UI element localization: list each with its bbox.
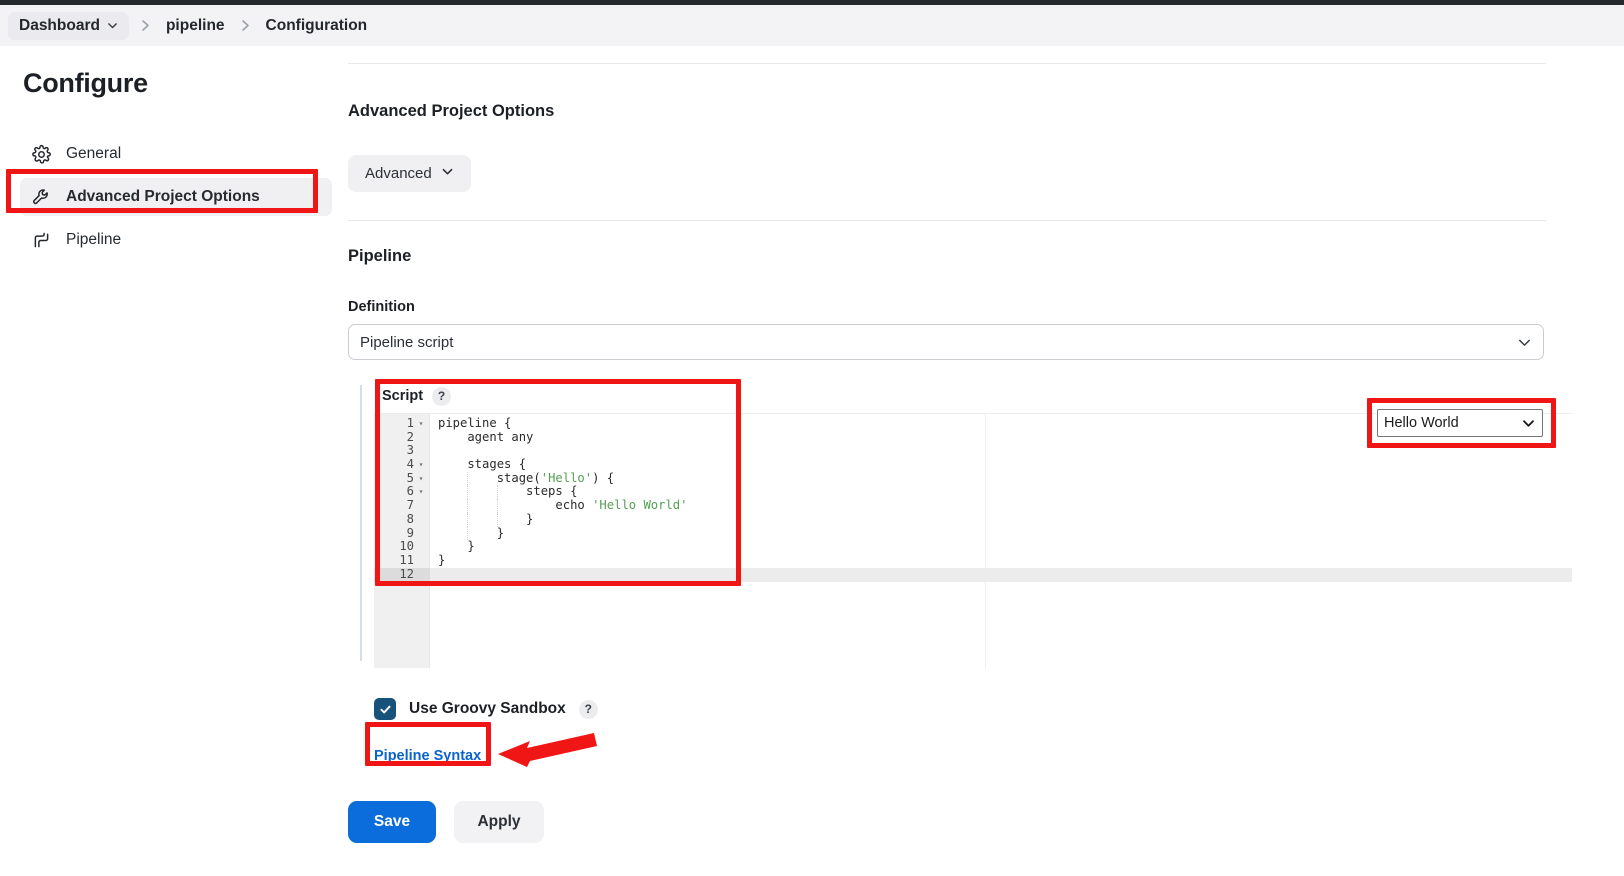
script-label: Script	[382, 388, 424, 404]
page-title: Configure	[23, 68, 148, 98]
line-number: 12	[399, 566, 414, 581]
chevron-down-icon	[441, 165, 454, 182]
code-line: 5 ▾ stage('Hello') {	[374, 470, 1572, 486]
definition-select[interactable]: Pipeline script	[348, 324, 1544, 360]
line-number: 1	[406, 416, 414, 430]
sample-select[interactable]: Hello World	[1377, 409, 1543, 437]
line-number: 5	[406, 470, 414, 485]
section-heading-advanced: Advanced Project Options	[348, 102, 555, 120]
main-content: Advanced Project Options Advanced Pipeli…	[346, 46, 1624, 876]
code-text: steps {	[438, 484, 578, 499]
sidebar-item-general[interactable]: General	[20, 135, 332, 173]
breadcrumb-separator-2	[229, 19, 262, 32]
divider-middle	[348, 220, 1546, 221]
code-text: pipeline {	[438, 416, 512, 430]
breadcrumb: Dashboard pipeline Configuration	[0, 5, 1624, 46]
code-line: 4 ▾ stages {	[374, 457, 1572, 472]
breadcrumb-label-dashboard: Dashboard	[19, 16, 100, 34]
sidebar-item-pipeline[interactable]: Pipeline	[20, 221, 332, 259]
line-number: 8	[406, 511, 414, 526]
code-text: stages {	[438, 457, 527, 472]
breadcrumb-item-dashboard[interactable]: Dashboard	[8, 11, 129, 40]
sidebar: Configure General Advanced Project Optio…	[0, 46, 346, 876]
action-buttons: Save Apply	[348, 801, 1602, 843]
editor-code-rows[interactable]: 1 ▾ pipeline {2 agent any 3 4 ▾ stages {5 ▾ st…	[374, 416, 1572, 582]
code-text: stage('Hello') {	[438, 470, 615, 485]
code-text: }	[438, 552, 446, 567]
line-number: 2	[406, 429, 414, 444]
help-icon[interactable]: ?	[578, 699, 598, 719]
use-groovy-sandbox-label: Use Groovy Sandbox	[409, 700, 566, 717]
code-text: }	[438, 539, 475, 554]
code-text: agent any	[438, 429, 534, 444]
script-label-row: Script ?	[374, 385, 1602, 407]
code-line: 9 }	[374, 525, 1572, 541]
code-line: 12	[374, 566, 1572, 582]
fold-arrow-icon[interactable]: ▾	[417, 417, 425, 431]
advanced-button[interactable]: Advanced	[348, 155, 471, 192]
section-rule	[360, 385, 362, 661]
code-text: }	[438, 511, 534, 526]
pipeline-icon	[30, 229, 52, 251]
groovy-sandbox-row: Use Groovy Sandbox ?	[374, 698, 1602, 720]
sidebar-item-label-advanced-project-options: Advanced Project Options	[66, 188, 260, 205]
sidebar-item-label-general: General	[66, 145, 122, 162]
breadcrumb-item-configuration[interactable]: Configuration	[262, 12, 372, 40]
line-number: 3	[406, 443, 414, 458]
line-number: 11	[399, 552, 414, 567]
code-line: 11}	[374, 552, 1572, 568]
definition-label: Definition	[348, 299, 415, 315]
use-groovy-sandbox-checkbox[interactable]	[374, 698, 396, 720]
pipeline-syntax-link[interactable]: Pipeline Syntax	[374, 748, 481, 764]
line-number: 6	[406, 484, 414, 499]
breadcrumb-separator-1	[129, 19, 162, 32]
wrench-icon	[30, 186, 52, 208]
code-line: 7 echo 'Hello World'	[374, 498, 1572, 513]
code-line: 10 }	[374, 539, 1572, 554]
code-editor[interactable]: 1 ▾ pipeline {2 agent any 3 4 ▾ stages {5 ▾ st…	[374, 413, 1572, 668]
sidebar-item-label-pipeline: Pipeline	[66, 231, 122, 248]
line-number: 9	[406, 525, 414, 540]
definition-select-wrapper: Pipeline script	[348, 324, 1544, 360]
pipeline-syntax-row: Pipeline Syntax	[374, 747, 1602, 765]
code-line: 3	[374, 444, 1572, 458]
help-icon[interactable]: ?	[432, 386, 452, 406]
gear-icon	[30, 143, 52, 165]
line-number: 7	[406, 498, 414, 513]
sample-dropdown-wrapper: Hello World	[1377, 409, 1543, 437]
advanced-project-options-section: Advanced Project Options Advanced	[348, 102, 1602, 192]
section-heading-pipeline: Pipeline	[348, 247, 412, 265]
line-number: 4	[406, 457, 414, 472]
code-text: }	[438, 525, 505, 540]
pipeline-section: Pipeline Definition Pipeline script Scri…	[348, 247, 1602, 843]
check-icon	[379, 705, 390, 713]
line-number: 10	[399, 539, 414, 554]
apply-button[interactable]: Apply	[454, 801, 544, 843]
save-button[interactable]: Save	[348, 801, 436, 843]
sidebar-item-advanced-project-options[interactable]: Advanced Project Options	[20, 178, 332, 216]
code-line: 6 ▾ steps {	[374, 484, 1572, 500]
code-text: echo 'Hello World'	[438, 498, 688, 513]
divider-top	[348, 63, 1546, 64]
breadcrumb-item-pipeline[interactable]: pipeline	[162, 12, 229, 40]
fold-arrow-icon[interactable]: ▾	[417, 472, 425, 486]
chevron-down-icon[interactable]	[107, 20, 118, 31]
advanced-button-label: Advanced	[365, 165, 432, 182]
code-line: 8 }	[374, 511, 1572, 527]
fold-arrow-icon[interactable]: ▾	[417, 458, 425, 472]
fold-arrow-icon[interactable]: ▾	[417, 485, 425, 499]
